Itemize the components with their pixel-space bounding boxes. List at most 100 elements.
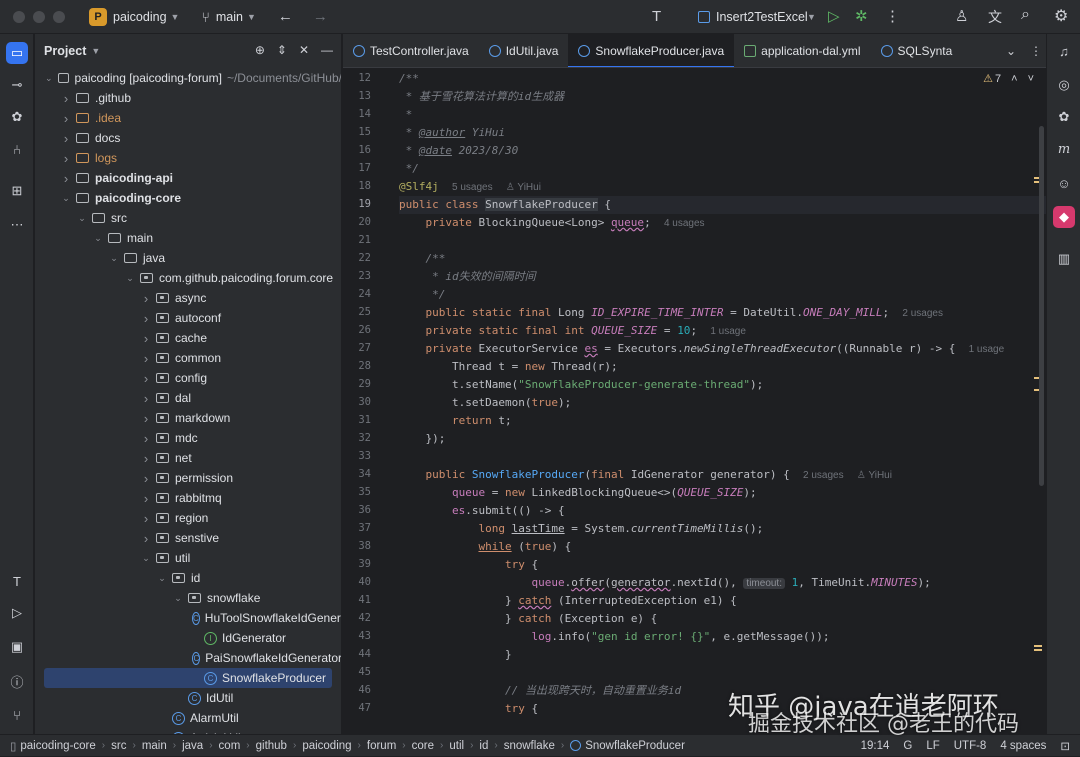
breadcrumb-item[interactable]: forum: [367, 740, 396, 752]
tree-item[interactable]: ⌄ id: [35, 568, 341, 588]
chevron-right-icon[interactable]: ›: [140, 491, 152, 506]
breadcrumb-item[interactable]: SnowflakeProducer: [585, 740, 685, 752]
breadcrumb-item[interactable]: com: [219, 740, 241, 752]
chevron-down-icon[interactable]: ⌄: [140, 553, 152, 564]
file-encoding[interactable]: UTF-8: [954, 740, 987, 752]
chevron-down-icon[interactable]: ⌄: [44, 73, 54, 84]
chevron-down-icon[interactable]: ⌄: [156, 573, 168, 584]
tree-item[interactable]: › .idea: [35, 108, 341, 128]
usages-hint[interactable]: 2 usages: [902, 308, 943, 319]
commit-icon[interactable]: ⊸: [6, 74, 28, 96]
caret-position[interactable]: 19:14: [861, 740, 890, 752]
chevron-right-icon[interactable]: ›: [140, 291, 152, 306]
add-user-icon[interactable]: ♙: [955, 7, 968, 25]
database-icon[interactable]: ◎: [1053, 74, 1075, 96]
back-arrow-icon[interactable]: ←: [278, 8, 293, 25]
tree-item[interactable]: › region: [35, 508, 341, 528]
warning-marker[interactable]: [1034, 645, 1042, 647]
tree-item[interactable]: C HuToolSnowflakeIdGenerator: [35, 608, 341, 628]
run-config-selector[interactable]: Insert2TestExcel: [716, 10, 808, 24]
plugin-app-icon[interactable]: ◆: [1053, 206, 1075, 228]
chevron-right-icon[interactable]: ›: [60, 171, 72, 186]
breadcrumb-item[interactable]: core: [412, 740, 434, 752]
notifications-icon[interactable]: ♫: [1053, 40, 1075, 62]
tree-item[interactable]: C IdUtil: [35, 688, 341, 708]
chevron-down-icon[interactable]: ⌄: [76, 213, 88, 224]
chevron-right-icon[interactable]: ›: [140, 391, 152, 406]
pull-request-icon[interactable]: ⑃: [6, 138, 28, 160]
chevron-right-icon[interactable]: ›: [140, 511, 152, 526]
tree-item[interactable]: › markdown: [35, 408, 341, 428]
copilot-icon[interactable]: ☺: [1053, 172, 1075, 194]
breadcrumb-item[interactable]: util: [449, 740, 464, 752]
debug-icon[interactable]: ✲: [855, 7, 868, 25]
more-actions-icon[interactable]: ⋮: [885, 7, 900, 25]
chevron-down-icon[interactable]: ⌄: [92, 233, 104, 244]
chevron-right-icon[interactable]: ›: [60, 91, 72, 106]
chevron-down-icon[interactable]: ⌄: [108, 253, 120, 264]
tree-item[interactable]: › async: [35, 288, 341, 308]
more-tools-icon[interactable]: ⋯: [6, 214, 28, 236]
close-window-button[interactable]: [13, 10, 25, 23]
chevron-right-icon[interactable]: ›: [140, 431, 152, 446]
chevron-right-icon[interactable]: ›: [140, 331, 152, 346]
chevron-right-icon[interactable]: ›: [140, 311, 152, 326]
more-actions-icon[interactable]: ⋮: [1030, 44, 1042, 58]
chevron-right-icon[interactable]: ›: [60, 131, 72, 146]
ai-assistant-icon[interactable]: ✿: [1053, 106, 1075, 128]
tree-item[interactable]: ⌄ util: [35, 548, 341, 568]
tree-item[interactable]: ⌄ paicoding [paicoding-forum] ~/Documents/…: [35, 68, 341, 88]
project-panel-title[interactable]: Project: [44, 44, 86, 58]
plugin-icon[interactable]: ✿: [6, 106, 28, 128]
chevron-right-icon[interactable]: ›: [60, 151, 72, 166]
tree-item[interactable]: ⌄ paicoding-core: [35, 188, 341, 208]
translate-icon[interactable]: 文: [988, 7, 1002, 27]
maven-icon[interactable]: m: [1053, 138, 1075, 160]
chevron-right-icon[interactable]: ›: [140, 471, 152, 486]
tree-item[interactable]: ⌄ main: [35, 228, 341, 248]
tree-item[interactable]: › rabbitmq: [35, 488, 341, 508]
tree-item[interactable]: › .github: [35, 88, 341, 108]
tree-item[interactable]: › senstive: [35, 528, 341, 548]
tree-item[interactable]: C PaiSnowflakeIdGenerator: [35, 648, 341, 668]
run-icon[interactable]: ▷: [828, 7, 840, 25]
tree-item[interactable]: › autoconf: [35, 308, 341, 328]
tab-sqlsyntax[interactable]: SQLSynta: [871, 34, 963, 67]
tree-item[interactable]: C SnowflakeProducer: [44, 668, 332, 688]
build-icon[interactable]: T: [6, 570, 28, 592]
tree-item[interactable]: ⌄ java: [35, 248, 341, 268]
breadcrumb-item[interactable]: main: [142, 740, 167, 752]
breadcrumb-item[interactable]: paicoding: [302, 740, 351, 752]
usages-hint[interactable]: 4 usages: [664, 218, 705, 229]
terminal-icon[interactable]: ▣: [6, 636, 28, 658]
git-icon[interactable]: ⑂: [6, 704, 28, 726]
tab-application-dal[interactable]: application-dal.yml: [734, 34, 870, 67]
tree-item[interactable]: › net: [35, 448, 341, 468]
hammer-icon[interactable]: T: [652, 8, 661, 25]
chevron-right-icon[interactable]: ›: [140, 451, 152, 466]
tab-testcontroller[interactable]: TestController.java: [343, 34, 479, 67]
chevron-right-icon[interactable]: ›: [140, 371, 152, 386]
search-icon[interactable]: ⌕: [1021, 6, 1030, 24]
chevron-right-icon[interactable]: ›: [140, 531, 152, 546]
tree-item[interactable]: I IdGenerator: [35, 628, 341, 648]
chevron-right-icon[interactable]: ›: [60, 111, 72, 126]
tree-item[interactable]: › config: [35, 368, 341, 388]
usages-hint[interactable]: 5 usages: [452, 182, 493, 193]
usages-hint[interactable]: 1 usage: [710, 326, 746, 337]
project-selector[interactable]: paicoding: [113, 10, 167, 24]
chevron-right-icon[interactable]: ›: [140, 351, 152, 366]
tree-item[interactable]: ⌄ snowflake: [35, 588, 341, 608]
maximize-window-button[interactable]: [53, 10, 65, 23]
tree-item[interactable]: › cache: [35, 328, 341, 348]
hide-panel-icon[interactable]: —: [321, 43, 333, 57]
indent-setting[interactable]: 4 spaces: [1000, 740, 1046, 752]
tree-item[interactable]: ⌄ com.github.paicoding.forum.core: [35, 268, 341, 288]
tab-idutil[interactable]: IdUtil.java: [479, 34, 569, 67]
warning-marker[interactable]: [1034, 649, 1042, 651]
gear-icon[interactable]: ⚙: [1054, 6, 1068, 26]
expand-collapse-icon[interactable]: ⇕: [277, 43, 287, 57]
chevron-right-icon[interactable]: ›: [140, 411, 152, 426]
structure-icon[interactable]: ⊞: [6, 180, 28, 202]
scrollbar-thumb[interactable]: [1039, 126, 1044, 486]
